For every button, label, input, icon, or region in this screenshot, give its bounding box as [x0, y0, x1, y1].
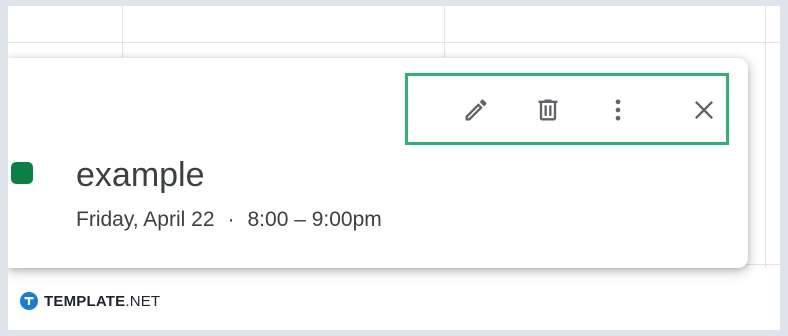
- watermark-brand-rest: .NET: [125, 292, 161, 310]
- calendar-grid-line: [122, 6, 123, 58]
- more-options-button[interactable]: [602, 94, 634, 126]
- close-icon: [695, 101, 713, 119]
- event-details-popup: example Friday, April 22 · 8:00 – 9:00pm: [8, 58, 748, 268]
- watermark-brand-bold: TEMPLATE: [44, 292, 126, 310]
- edit-event-button[interactable]: [460, 94, 492, 126]
- calendar-grid-line: [765, 6, 766, 268]
- watermark-text: TEMPLATE.NET: [44, 293, 160, 310]
- pencil-icon: [465, 99, 487, 121]
- calendar-grid-line: [444, 6, 445, 58]
- delete-event-button[interactable]: [532, 94, 564, 126]
- close-popup-button[interactable]: [688, 94, 720, 126]
- event-date-time: Friday, April 22 · 8:00 – 9:00pm: [76, 207, 382, 233]
- date-time-separator: ·: [227, 208, 235, 231]
- event-date: Friday, April 22: [76, 208, 215, 231]
- more-vert-icon: [615, 99, 621, 121]
- template-t-icon: [20, 292, 38, 310]
- event-actions-toolbar: [405, 73, 729, 145]
- template-net-watermark: TEMPLATE.NET: [20, 292, 160, 310]
- calendar-grid-line: [8, 42, 780, 43]
- trash-icon: [538, 99, 558, 121]
- event-time: 8:00 – 9:00pm: [247, 208, 382, 231]
- event-title: example: [76, 156, 205, 194]
- screenshot-frame: example Friday, April 22 · 8:00 – 9:00pm T…: [8, 6, 780, 330]
- calendar-color-indicator: [11, 162, 33, 184]
